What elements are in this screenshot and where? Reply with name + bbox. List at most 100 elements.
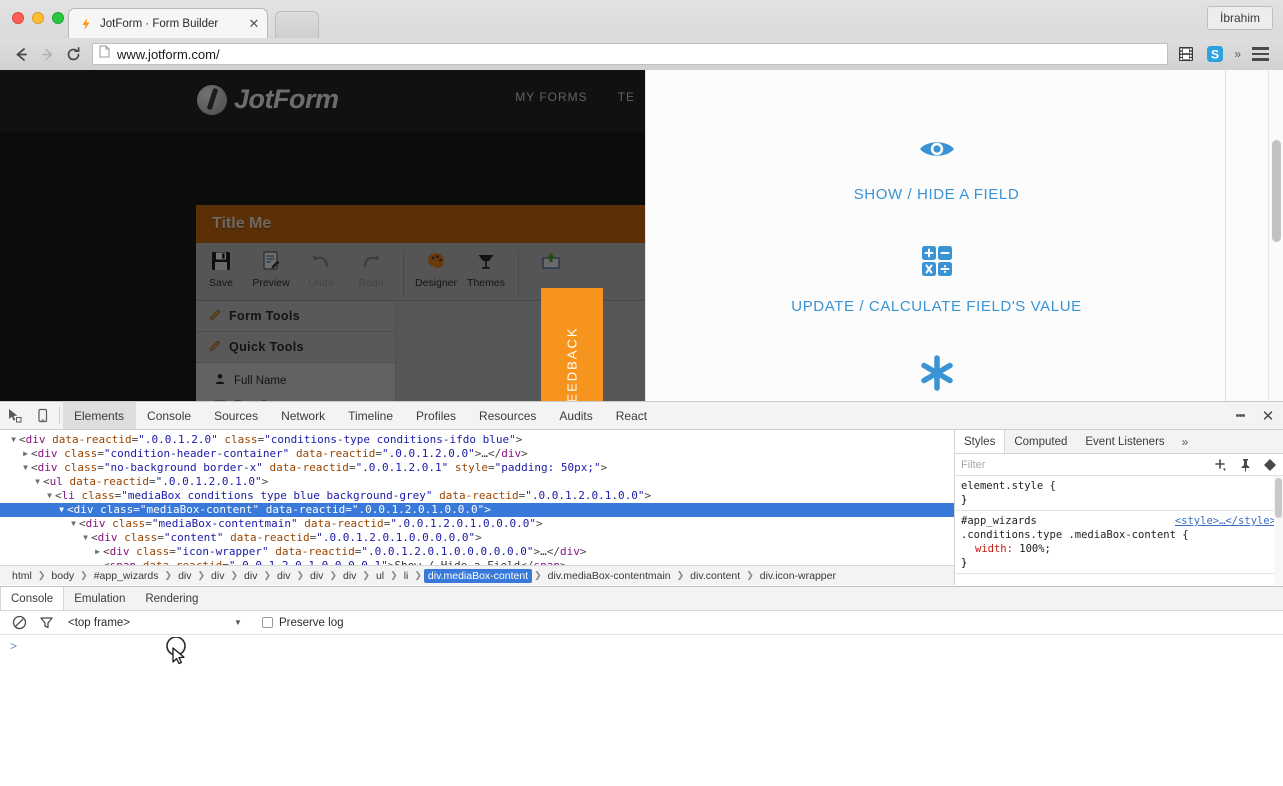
minimize-window-button[interactable] — [32, 12, 44, 24]
expand-triangle-down-icon[interactable]: ▼ — [80, 531, 91, 545]
dom-tree-node[interactable]: ▼ < div data-reactid = ".0.0.1.2.0" class = "c… — [0, 433, 954, 447]
jotform-logo[interactable]: JotForm — [197, 84, 339, 115]
tab-sources[interactable]: Sources — [203, 402, 270, 429]
styles-rules[interactable]: element.style {} #app_wizards .conditions… — [955, 476, 1283, 574]
wizard-option-require[interactable] — [646, 352, 1227, 401]
publish-button[interactable] — [526, 248, 576, 277]
styles-filter-input[interactable]: Filter — [961, 459, 1214, 471]
breadcrumb-item[interactable]: div — [207, 569, 228, 583]
close-window-button[interactable] — [12, 12, 24, 24]
more-options-icon[interactable] — [1227, 402, 1253, 429]
filter-funnel-icon[interactable] — [39, 615, 54, 630]
breadcrumb-item[interactable]: li — [400, 569, 413, 583]
dom-tree-node[interactable]: ▶ < div class = "condition-header-container"… — [0, 447, 954, 461]
redo-button[interactable]: Redo — [346, 248, 396, 289]
more-tabs-chevron-icon[interactable]: » — [1174, 430, 1197, 453]
form-title-bar[interactable]: Title Me — [196, 205, 645, 243]
reload-icon[interactable] — [60, 41, 86, 67]
wizard-option-update-calculate[interactable]: UPDATE / CALCULATE FIELD'S VALUE — [646, 240, 1227, 315]
dom-tree-node[interactable]: ▼ < div class = "mediaBox-content" data-reac… — [0, 503, 954, 517]
dom-tree-node[interactable]: ▶ < div class = "icon-wrapper" data-reactid =… — [0, 545, 954, 559]
breadcrumb-item[interactable]: body — [47, 569, 78, 583]
pin-icon[interactable] — [1239, 458, 1252, 472]
console-context-selector[interactable]: <top frame> — [68, 617, 130, 629]
console-prompt[interactable]: > — [0, 635, 1283, 657]
sidebar-section-form-tools[interactable]: Form Tools — [196, 301, 395, 332]
style-property[interactable]: width: 100%; — [961, 542, 1277, 556]
back-arrow-icon[interactable] — [8, 41, 34, 67]
nav-my-forms[interactable]: MY FORMS — [515, 90, 587, 104]
chevron-down-icon[interactable]: ▼ — [234, 618, 242, 627]
style-rule-selector[interactable]: element.style { — [961, 479, 1277, 493]
breadcrumb-item[interactable]: html — [8, 569, 36, 583]
device-toolbar-icon[interactable] — [28, 402, 56, 429]
page-scrollbar[interactable] — [1268, 70, 1283, 401]
breadcrumb-item[interactable]: div.mediaBox-content — [423, 568, 533, 583]
tab-profiles[interactable]: Profiles — [405, 402, 468, 429]
dom-tree[interactable]: ▼ < div data-reactid = ".0.0.1.2.0" class = "c… — [0, 430, 954, 573]
preserve-log-checkbox[interactable]: Preserve log — [261, 617, 344, 629]
tab-resources[interactable]: Resources — [468, 402, 548, 429]
close-devtools-icon[interactable]: ✕ — [1253, 402, 1283, 429]
maximize-window-button[interactable] — [52, 12, 64, 24]
style-rule-origin-link[interactable]: <style>…</style> — [1175, 514, 1276, 528]
breadcrumb-item[interactable]: div.mediaBox-contentmain — [544, 569, 675, 583]
drawer-tab-rendering[interactable]: Rendering — [135, 587, 208, 610]
hamburger-menu-icon[interactable] — [1250, 45, 1271, 63]
profile-button[interactable]: İbrahim — [1206, 6, 1273, 30]
expand-triangle-down-icon[interactable]: ▼ — [8, 433, 19, 447]
breadcrumb-item[interactable]: div — [174, 569, 195, 583]
expand-triangle-down-icon[interactable]: ▼ — [44, 489, 55, 503]
tab-audits[interactable]: Audits — [548, 402, 604, 429]
close-icon[interactable]: ✕ — [247, 17, 261, 31]
skype-s-icon[interactable]: S — [1205, 44, 1225, 64]
breadcrumb[interactable]: html ❯ body ❯ #app_wizards ❯ div ❯ div ❯ div ❯ div ❯ d… — [0, 565, 954, 585]
breadcrumb-item[interactable]: div — [339, 569, 360, 583]
wizard-option-show-hide[interactable]: SHOW / HIDE A FIELD — [646, 128, 1227, 203]
breadcrumb-item[interactable]: #app_wizards — [90, 569, 163, 583]
tab-network[interactable]: Network — [270, 402, 337, 429]
tab-timeline[interactable]: Timeline — [337, 402, 405, 429]
breadcrumb-item[interactable]: div.icon-wrapper — [756, 569, 840, 583]
new-style-rule-icon[interactable] — [1214, 458, 1228, 472]
double-chevron-icon[interactable]: » — [1234, 47, 1241, 61]
new-tab-ghost[interactable] — [275, 11, 319, 38]
feedback-tab[interactable]: FEEDBACK — [541, 288, 603, 401]
styles-scrollbar-thumb[interactable] — [1275, 478, 1282, 518]
drawer-tab-console[interactable]: Console — [0, 587, 65, 610]
quick-tool-email[interactable]: E-mail — [196, 393, 395, 401]
dom-tree-node[interactable]: ▼ < li class = "mediaBox conditions type blu… — [0, 489, 954, 503]
quick-tool-full-name[interactable]: Full Name — [196, 368, 395, 393]
save-button[interactable]: Save — [196, 248, 246, 289]
color-palette-icon[interactable] — [1263, 458, 1277, 472]
page-scrollbar-thumb[interactable] — [1272, 140, 1281, 242]
expand-triangle-down-icon[interactable]: ▼ — [20, 461, 31, 475]
expand-triangle-right-icon[interactable]: ▶ — [92, 545, 103, 559]
themes-button[interactable]: Themes — [461, 248, 511, 289]
sidebar-section-quick-tools[interactable]: Quick Tools — [196, 332, 395, 363]
film-strip-icon[interactable] — [1176, 44, 1196, 64]
breadcrumb-item[interactable]: div — [273, 569, 294, 583]
style-rule[interactable]: #app_wizards .conditions.type .mediaBox-… — [955, 511, 1283, 574]
breadcrumb-item[interactable]: div — [306, 569, 327, 583]
dom-tree-node[interactable]: ▼ < div class = "content" data-reactid = ".0.0… — [0, 531, 954, 545]
expand-triangle-right-icon[interactable]: ▶ — [20, 447, 31, 461]
breadcrumb-item[interactable]: div — [240, 569, 261, 583]
tab-event-listeners[interactable]: Event Listeners — [1076, 430, 1173, 453]
tab-styles[interactable]: Styles — [955, 430, 1006, 453]
preview-button[interactable]: Preview — [246, 248, 296, 289]
inspect-element-icon[interactable] — [0, 402, 28, 429]
designer-button[interactable]: Designer — [411, 248, 461, 289]
breadcrumb-item[interactable]: div.content — [686, 569, 744, 583]
expand-triangle-down-icon[interactable]: ▼ — [68, 517, 79, 531]
undo-button[interactable]: Undo — [296, 248, 346, 289]
styles-scrollbar[interactable] — [1274, 476, 1283, 585]
browser-tab[interactable]: JotForm · Form Builder ✕ — [68, 8, 268, 38]
dom-tree-node[interactable]: ▼ < div class = "mediaBox-contentmain" data-… — [0, 517, 954, 531]
forward-arrow-icon[interactable] — [34, 41, 60, 67]
clear-console-icon[interactable] — [12, 615, 27, 630]
window-controls[interactable] — [12, 12, 64, 24]
tab-elements[interactable]: Elements — [63, 402, 137, 429]
tab-console[interactable]: Console — [136, 402, 203, 429]
dom-tree-node[interactable]: ▼ < ul data-reactid = ".0.0.1.2.0.1.0" > — [0, 475, 954, 489]
